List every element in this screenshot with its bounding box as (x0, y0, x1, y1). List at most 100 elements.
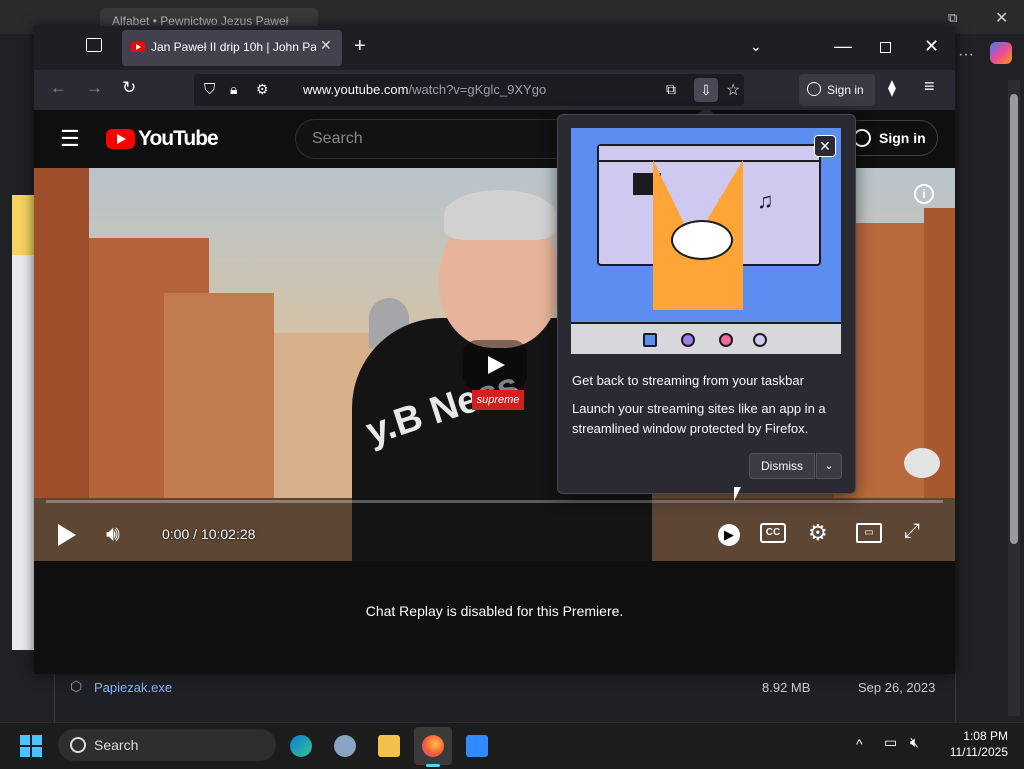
illustration-windows-icon (643, 333, 657, 347)
illustration-window-bar (599, 146, 819, 162)
show-hidden-icons-chevron-icon[interactable]: ^ (856, 736, 863, 752)
music-notes-icon: ♫ (757, 188, 774, 213)
youtube-play-logo-icon (106, 129, 135, 149)
url-host: www.youtube.com (303, 82, 409, 97)
folder-icon (378, 735, 400, 757)
background-restore-icon[interactable]: ⧉ (948, 10, 957, 26)
fullscreen-icon[interactable]: ⤢ (904, 520, 920, 543)
autoplay-toggle-icon[interactable]: ▶ (718, 524, 740, 546)
illustration-taskbar (571, 322, 841, 354)
taskbar-app-settings[interactable] (326, 727, 364, 765)
firefox-view-icon[interactable] (86, 38, 102, 52)
theater-mode-icon[interactable]: ▭ (856, 523, 882, 543)
url-path: /watch?v=gKglc_9XYgo (408, 82, 547, 97)
troll-face-icon (904, 448, 940, 478)
taskbar-app-notepad[interactable] (458, 727, 496, 765)
window-close-icon[interactable]: ✕ (924, 36, 939, 57)
taskbar-tabs-popup: ♫ ✕ Get back to streaming from your task… (557, 114, 856, 494)
taskbar-search-label: Search (94, 737, 139, 753)
settings-gear-icon[interactable]: ⚙ (808, 520, 828, 546)
file-name-link[interactable]: Papiezak.exe (94, 680, 172, 695)
center-play-icon[interactable] (463, 340, 527, 390)
taskbar-app-edge[interactable] (282, 727, 320, 765)
url-bar[interactable]: ⛉ 🔒︎ ⚙︎ www.youtube.com/watch?v=gKglc_9X… (194, 74, 744, 106)
progress-bar[interactable] (46, 500, 943, 503)
account-signin-button[interactable]: Sign in (799, 74, 875, 106)
background-left-card-accent (12, 195, 34, 255)
windows-start-icon[interactable] (20, 735, 42, 757)
reload-icon[interactable]: ↻ (122, 78, 136, 98)
volume-icon[interactable]: 🔊︎ (106, 521, 120, 547)
url-text[interactable]: www.youtube.com/watch?v=gKglc_9XYgo (303, 82, 546, 97)
video-person-hair (444, 190, 556, 240)
extensions-icon[interactable]: ⧫ (888, 78, 896, 98)
windows-taskbar: Search (0, 722, 1024, 769)
taskbar-app-file-explorer[interactable] (370, 727, 408, 765)
illustration-app-dot-icon (719, 333, 733, 347)
fox-face-icon (671, 220, 733, 260)
chat-replay-message: Chat Replay is disabled for this Premier… (365, 603, 624, 619)
list-all-tabs-icon[interactable]: ⌄ (750, 38, 762, 55)
background-left-card (12, 195, 34, 650)
youtube-favicon-icon (131, 42, 145, 52)
account-icon (807, 82, 821, 96)
background-scrollbar-thumb[interactable] (1010, 94, 1018, 544)
shirt-logo: supreme (472, 390, 524, 410)
youtube-logo-text: YouTube (138, 127, 219, 150)
popup-close-icon[interactable]: ✕ (814, 135, 836, 157)
taskbar-search-box[interactable]: Search (58, 729, 276, 761)
captions-icon[interactable]: CC (760, 523, 786, 543)
dismiss-button[interactable]: Dismiss (749, 453, 815, 479)
search-icon (70, 737, 86, 753)
time-display: 0:00 / 10:02:28 (162, 526, 256, 542)
illustration-app-dot-icon (681, 333, 695, 347)
background-more-icon[interactable]: ··· (958, 46, 974, 64)
file-date: Sep 26, 2023 (858, 680, 936, 695)
background-file-list (54, 673, 956, 724)
picture-in-picture-icon[interactable]: ⧉ (666, 81, 676, 98)
info-icon[interactable]: i (914, 184, 934, 204)
edge-icon (290, 735, 312, 757)
dismiss-options-chevron-icon[interactable]: ⌄ (816, 453, 842, 479)
clock-time[interactable]: 1:08 PM (950, 729, 1008, 743)
tab-close-icon[interactable]: ✕ (320, 37, 332, 54)
account-signin-label: Sign in (827, 83, 864, 97)
settings-gear-icon (334, 735, 356, 757)
firefox-titlebar: Jan Paweł II drip 10h | John Paul ✕ + ⌄ … (34, 26, 955, 70)
youtube-signin-label: Sign in (879, 130, 926, 146)
network-icon[interactable]: ▭ (884, 734, 897, 751)
active-app-indicator (426, 764, 440, 767)
tracking-protection-shield-icon[interactable]: ⛉ (204, 81, 215, 98)
background-close-icon[interactable]: ✕ (995, 8, 1008, 28)
clock-date[interactable]: 11/11/2025 (932, 745, 1008, 759)
youtube-menu-icon[interactable]: ☰ (60, 126, 80, 152)
new-tab-button[interactable]: + (354, 36, 366, 56)
firefox-icon (422, 735, 444, 757)
package-icon: ⬡ (70, 678, 83, 694)
maximize-icon[interactable] (880, 42, 891, 53)
popup-illustration: ♫ (571, 128, 841, 354)
youtube-search-input[interactable]: Search (295, 119, 595, 159)
mouse-cursor-icon (734, 487, 741, 501)
popup-heading: Get back to streaming from your taskbar (572, 373, 804, 388)
lock-icon[interactable]: 🔒︎ (230, 81, 237, 98)
copilot-icon[interactable] (990, 42, 1012, 64)
notepad-icon (466, 735, 488, 757)
illustration-app-dot-icon (753, 333, 767, 347)
tab-title: Jan Paweł II drip 10h | John Paul (151, 40, 316, 54)
play-icon[interactable] (58, 524, 76, 546)
taskbar-app-firefox[interactable] (414, 727, 452, 765)
forward-icon[interactable]: → (86, 78, 103, 98)
add-to-taskbar-icon[interactable]: ⇩ (694, 78, 718, 102)
hamburger-menu-icon[interactable]: ≡ (924, 76, 935, 97)
popup-body: Launch your streaming sites like an app … (572, 401, 826, 436)
file-size: 8.92 MB (762, 680, 811, 695)
chat-replay-panel: Chat Replay is disabled for this Premier… (34, 561, 955, 661)
permissions-icon[interactable]: ⚙︎ (256, 81, 269, 98)
tab-youtube[interactable]: Jan Paweł II drip 10h | John Paul ✕ (122, 30, 342, 66)
minimize-icon[interactable]: — (834, 36, 852, 57)
volume-muted-icon[interactable]: 🔇︎ (910, 734, 919, 751)
navigation-toolbar: ← → ↻ ⛉ 🔒︎ ⚙︎ www.youtube.com/watch?v=gK… (34, 70, 955, 110)
bookmark-star-icon[interactable]: ☆ (726, 80, 740, 100)
back-icon[interactable]: ← (50, 78, 67, 98)
